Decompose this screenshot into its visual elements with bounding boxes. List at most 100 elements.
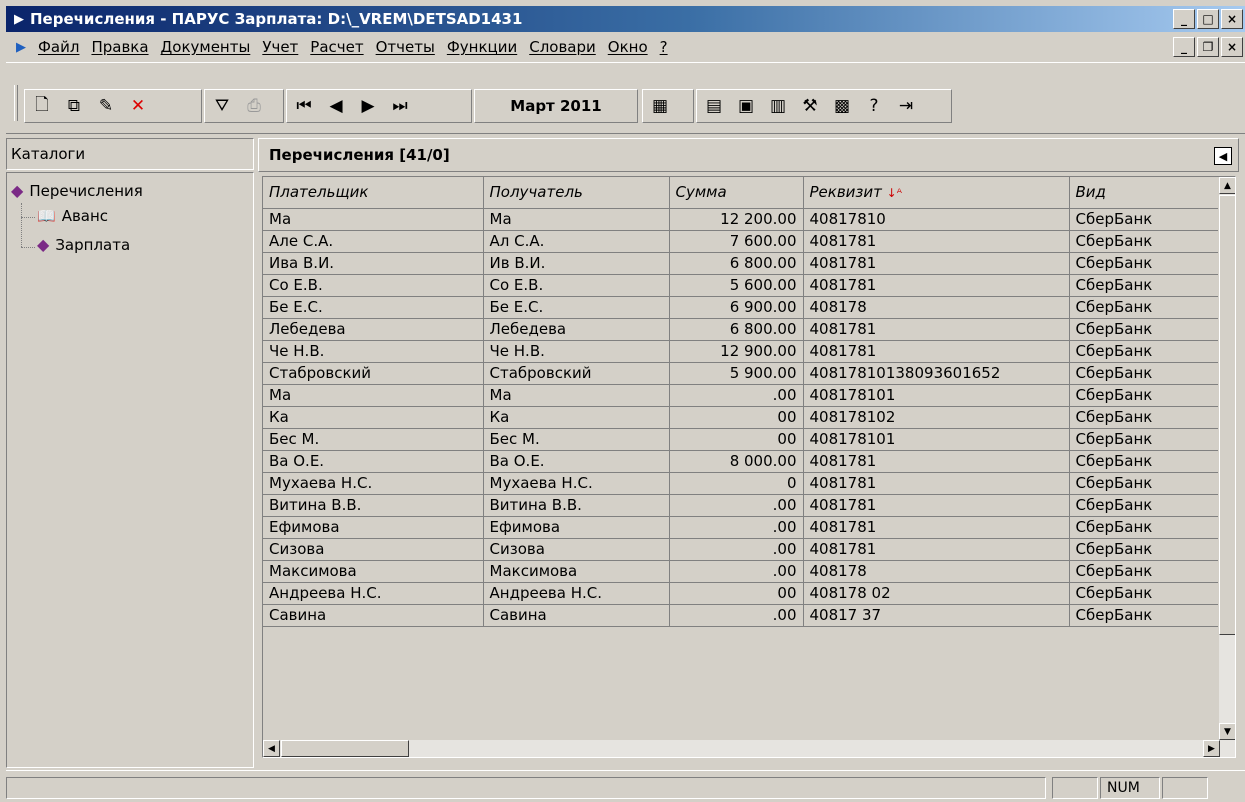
cell-requisite[interactable]: 408178102 xyxy=(803,406,1070,429)
mdi-close-button[interactable]: × xyxy=(1221,37,1243,57)
scroll-left-icon[interactable]: ◀ xyxy=(263,740,280,757)
table-row[interactable]: Андреева Н.С. Андреева Н.С. 00 408178 02 Сбе… xyxy=(263,582,1219,605)
menu-functions[interactable]: Функции xyxy=(441,38,523,56)
cell-type[interactable]: СберБанк xyxy=(1069,208,1219,231)
tree-item-advance[interactable]: 📖 Аванс xyxy=(37,207,108,225)
table-row[interactable]: Со Е.В. Со Е.В. 5 600.00 4081781 СберБанк xyxy=(263,274,1219,297)
table-row[interactable]: Ка Ка 00 408178102 СберБанк xyxy=(263,406,1219,429)
table-row[interactable]: Че Н.В. Че Н.В. 12 900.00 4081781 СберБанк xyxy=(263,340,1219,363)
cell-amount[interactable]: .00 xyxy=(669,538,804,561)
cell-requisite[interactable]: 4081781 xyxy=(803,472,1070,495)
cell-requisite[interactable]: 408178 xyxy=(803,560,1070,583)
cell-requisite[interactable]: 408178 xyxy=(803,296,1070,319)
cell-payer[interactable]: Мухаева Н.С. xyxy=(263,472,484,495)
cell-recipient[interactable]: Ив В.И. xyxy=(483,252,670,275)
cell-amount[interactable]: .00 xyxy=(669,384,804,407)
column-header-amount[interactable]: Сумма xyxy=(669,177,804,209)
cell-payer[interactable]: Але С.А. xyxy=(263,230,484,253)
calendar-icon[interactable]: ▦ xyxy=(647,93,673,119)
cell-type[interactable]: СберБанк xyxy=(1069,560,1219,583)
column-header-recipient[interactable]: Получатель xyxy=(483,177,670,209)
mdi-restore-button[interactable]: ❐ xyxy=(1197,37,1219,57)
cell-amount[interactable]: 0 xyxy=(669,472,804,495)
new-document-icon[interactable]: 🗋 xyxy=(29,93,55,119)
cell-amount[interactable]: 12 200.00 xyxy=(669,208,804,231)
cell-payer[interactable]: Савина xyxy=(263,604,484,627)
tree-root-transfers[interactable]: ◆ Перечисления xyxy=(11,181,143,200)
cell-recipient[interactable]: Максимова xyxy=(483,560,670,583)
cell-type[interactable]: СберБанк xyxy=(1069,538,1219,561)
menu-help[interactable]: ? xyxy=(654,38,674,56)
cell-amount[interactable]: 6 800.00 xyxy=(669,252,804,275)
table-row[interactable]: Бес М. Бес М. 00 408178101 СберБанк xyxy=(263,428,1219,451)
table-row[interactable]: Ва О.Е. Ва О.Е. 8 000.00 4081781 СберБанк xyxy=(263,450,1219,473)
cell-payer[interactable]: Максимова xyxy=(263,560,484,583)
scroll-right-icon[interactable]: ▶ xyxy=(1203,740,1220,757)
cell-amount[interactable]: .00 xyxy=(669,604,804,627)
mdi-minimize-button[interactable]: _ xyxy=(1173,37,1195,57)
cell-requisite[interactable]: 4081781 xyxy=(803,230,1070,253)
column-header-requisite[interactable]: Реквизит ↓ᴬ xyxy=(803,177,1070,209)
tools-icon[interactable]: ⚒ xyxy=(797,93,823,119)
cell-recipient[interactable]: Бес М. xyxy=(483,428,670,451)
table-row[interactable]: Але С.А. Ал С.А. 7 600.00 4081781 СберБанк xyxy=(263,230,1219,253)
table-row[interactable]: Ива В.И. Ив В.И. 6 800.00 4081781 СберБанк xyxy=(263,252,1219,275)
period-selector[interactable]: Март 2011 xyxy=(474,89,638,123)
cell-requisite[interactable]: 40817810138093601652 xyxy=(803,362,1070,385)
calculator-icon[interactable]: ▤ xyxy=(701,93,727,119)
cell-payer[interactable]: Бе Е.С. xyxy=(263,296,484,319)
column-header-type[interactable]: Вид xyxy=(1069,177,1219,209)
cell-payer[interactable]: Витина В.В. xyxy=(263,494,484,517)
menu-accounting[interactable]: Учет xyxy=(256,38,304,56)
exit-icon[interactable]: ⇥ xyxy=(893,93,919,119)
cell-payer[interactable]: Ва О.Е. xyxy=(263,450,484,473)
cell-payer[interactable]: Ива В.И. xyxy=(263,252,484,275)
cell-amount[interactable]: 7 600.00 xyxy=(669,230,804,253)
table-row[interactable]: Стабровский Стабровский 5 900.00 4081781013… xyxy=(263,362,1219,385)
cell-payer[interactable]: Со Е.В. xyxy=(263,274,484,297)
cell-requisite[interactable]: 4081781 xyxy=(803,538,1070,561)
horizontal-scroll-thumb[interactable] xyxy=(281,740,409,757)
cell-payer[interactable]: Ма xyxy=(263,384,484,407)
cell-amount[interactable]: 12 900.00 xyxy=(669,340,804,363)
cell-type[interactable]: СберБанк xyxy=(1069,384,1219,407)
cell-type[interactable]: СберБанк xyxy=(1069,340,1219,363)
cell-type[interactable]: СберБанк xyxy=(1069,230,1219,253)
cell-type[interactable]: СберБанк xyxy=(1069,252,1219,275)
cell-recipient[interactable]: Андреева Н.С. xyxy=(483,582,670,605)
cell-recipient[interactable]: Савина xyxy=(483,604,670,627)
cell-amount[interactable]: 5 600.00 xyxy=(669,274,804,297)
cell-payer[interactable]: Стабровский xyxy=(263,362,484,385)
table-row[interactable]: Сизова Сизова .00 4081781 СберБанк xyxy=(263,538,1219,561)
menu-documents[interactable]: Документы xyxy=(155,38,257,56)
vertical-scrollbar[interactable]: ▲ ▼ xyxy=(1218,177,1235,757)
cell-requisite[interactable]: 4081781 xyxy=(803,516,1070,539)
cell-amount[interactable]: 8 000.00 xyxy=(669,450,804,473)
cell-recipient[interactable]: Сизова xyxy=(483,538,670,561)
table-row[interactable]: Ма Ма .00 408178101 СберБанк xyxy=(263,384,1219,407)
cell-amount[interactable]: 00 xyxy=(669,428,804,451)
cell-payer[interactable]: Сизова xyxy=(263,538,484,561)
cell-payer[interactable]: Андреева Н.С. xyxy=(263,582,484,605)
cell-payer[interactable]: Бес М. xyxy=(263,428,484,451)
cell-requisite[interactable]: 408178101 xyxy=(803,428,1070,451)
cell-requisite[interactable]: 4081781 xyxy=(803,252,1070,275)
cell-payer[interactable]: Че Н.В. xyxy=(263,340,484,363)
next-record-icon[interactable]: ▶ xyxy=(355,93,381,119)
first-record-icon[interactable]: ⏮ xyxy=(291,93,317,119)
scroll-down-icon[interactable]: ▼ xyxy=(1219,723,1235,740)
previous-record-icon[interactable]: ◀ xyxy=(323,93,349,119)
cell-amount[interactable]: .00 xyxy=(669,516,804,539)
menu-file[interactable]: Файл xyxy=(32,38,85,56)
maximize-button[interactable]: □ xyxy=(1197,9,1219,29)
cell-recipient[interactable]: Ефимова xyxy=(483,516,670,539)
menu-reports[interactable]: Отчеты xyxy=(370,38,441,56)
scroll-up-icon[interactable]: ▲ xyxy=(1219,177,1235,194)
cell-recipient[interactable]: Стабровский xyxy=(483,362,670,385)
table-row[interactable]: Максимова Максимова .00 408178 СберБанк xyxy=(263,560,1219,583)
delete-icon[interactable]: ✕ xyxy=(125,93,151,119)
table-row[interactable]: Савина Савина .00 40817 37 СберБанк xyxy=(263,604,1219,627)
menu-dictionaries[interactable]: Словари xyxy=(523,38,602,56)
cell-recipient[interactable]: Ка xyxy=(483,406,670,429)
cell-payer[interactable]: Ма xyxy=(263,208,484,231)
